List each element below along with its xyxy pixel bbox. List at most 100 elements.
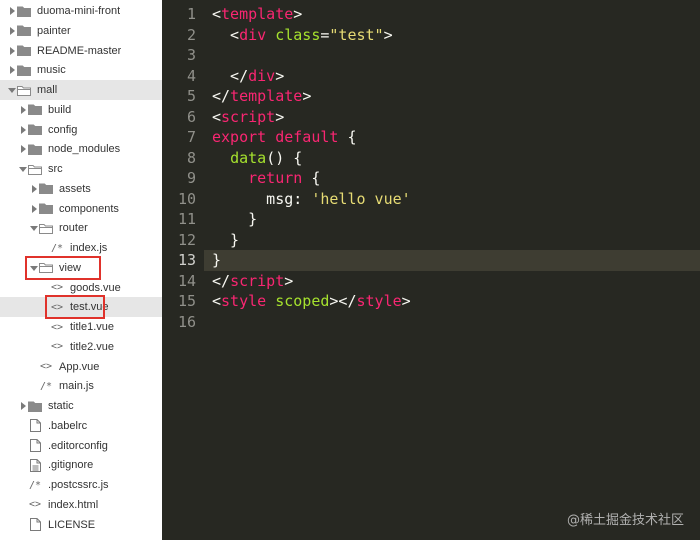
- tree-item-readme-master[interactable]: README-master: [0, 41, 162, 61]
- tree-item-src[interactable]: src: [0, 159, 162, 179]
- tree-item-label: config: [48, 123, 78, 136]
- tree-item-build[interactable]: build: [0, 100, 162, 120]
- script-file-icon: /*: [39, 380, 53, 392]
- tree-item-index-html[interactable]: <> index.html: [0, 495, 162, 515]
- code-line[interactable]: </div>: [212, 66, 284, 86]
- line-number: 9: [186, 169, 196, 187]
- code-line[interactable]: <template>: [212, 4, 302, 24]
- code-line[interactable]: msg: 'hello vue': [212, 189, 411, 209]
- line-number: 10: [177, 189, 196, 208]
- tree-item-app-vue[interactable]: <> App.vue: [0, 357, 162, 377]
- chevron-down-icon[interactable]: [18, 159, 28, 179]
- tree-item-label: build: [48, 103, 72, 116]
- tree-item-components[interactable]: components: [0, 199, 162, 219]
- tree-item-view[interactable]: view: [0, 258, 162, 278]
- tree-item-index-js[interactable]: /* index.js: [0, 238, 162, 258]
- tree-item-gitignore[interactable]: .gitignore: [0, 455, 162, 475]
- code-line[interactable]: <style scoped></style>: [212, 291, 411, 311]
- tree-item-label: music: [37, 64, 66, 77]
- code-token: </: [212, 271, 231, 290]
- chevron-right-icon[interactable]: [7, 21, 17, 41]
- chevron-right-icon[interactable]: [7, 60, 17, 80]
- code-line[interactable]: return {: [212, 168, 320, 188]
- code-line[interactable]: export default {: [212, 127, 357, 147]
- code-line[interactable]: data() {: [212, 148, 302, 168]
- tree-item-test-vue[interactable]: <> test.vue: [0, 297, 162, 318]
- code-editor[interactable]: 1 2 3 4 5 6 7 8 9 10 11 12 13 14 15 16 <template> <div …: [162, 0, 700, 540]
- line-number: 7: [186, 128, 196, 146]
- tree-item-label: painter: [37, 24, 71, 37]
- tree-item-static[interactable]: static: [0, 396, 162, 416]
- chevron-right-icon[interactable]: [29, 199, 39, 219]
- tree-item-label: title2.vue: [70, 340, 115, 353]
- code-line[interactable]: </template>: [212, 86, 311, 106]
- tree-item-painter[interactable]: painter: [0, 21, 162, 41]
- chevron-right-icon[interactable]: [7, 1, 17, 21]
- folder-icon: [28, 139, 42, 159]
- tree-item-license[interactable]: LICENSE: [0, 515, 162, 535]
- code-line[interactable]: }: [212, 230, 239, 250]
- tree-item-babelrc[interactable]: .babelrc: [0, 416, 162, 436]
- tree-item-label: main.js: [59, 380, 94, 393]
- tree-item-config[interactable]: config: [0, 120, 162, 140]
- tree-item-postcssrc-js[interactable]: /* .postcssrc.js: [0, 475, 162, 495]
- tree-item-editorconfig[interactable]: .editorconfig: [0, 436, 162, 456]
- code-token: default: [275, 128, 339, 146]
- folder-icon: [39, 179, 53, 199]
- tree-item-label: view: [59, 261, 82, 274]
- line-number: 5: [186, 87, 196, 105]
- chevron-down-icon[interactable]: [29, 218, 39, 238]
- folder-open-icon: [17, 80, 31, 100]
- tree-item-mall[interactable]: mall: [0, 80, 162, 100]
- chevron-right-icon[interactable]: [18, 396, 28, 416]
- code-token: template: [221, 5, 294, 23]
- tree-item-label: index.html: [48, 498, 99, 511]
- tree-item-title1-vue[interactable]: <> title1.vue: [0, 317, 162, 337]
- chevron-right-icon[interactable]: [18, 139, 28, 159]
- tree-item-router[interactable]: router: [0, 218, 162, 238]
- chevron-right-icon[interactable]: [7, 41, 17, 61]
- tree-item-duoma-mini-front[interactable]: duoma-mini-front: [0, 1, 162, 21]
- chevron-right-icon[interactable]: [29, 179, 39, 199]
- chevron-down-icon[interactable]: [7, 80, 17, 100]
- code-line[interactable]: }: [212, 250, 221, 270]
- code-token: class: [275, 25, 321, 44]
- line-number: 1: [186, 5, 196, 23]
- code-token: >: [284, 271, 294, 290]
- code-token: }: [212, 251, 222, 269]
- line-number: 16: [177, 312, 196, 331]
- tree-item-goods-vue[interactable]: <> goods.vue: [0, 278, 162, 298]
- code-line[interactable]: <div class="test">: [212, 25, 393, 45]
- chevron-right-icon[interactable]: [18, 100, 28, 120]
- code-token: msg:: [212, 189, 312, 208]
- tree-item-label: node_modules: [48, 143, 121, 156]
- code-token: export: [212, 128, 267, 146]
- code-token: <: [212, 292, 222, 310]
- folder-icon: [17, 21, 31, 41]
- code-line[interactable]: }: [212, 209, 257, 229]
- chevron-right-icon[interactable]: [18, 120, 28, 140]
- tree-item-label: assets: [59, 182, 91, 195]
- line-number: 13: [177, 251, 196, 269]
- code-line[interactable]: </script>: [212, 271, 293, 291]
- tree-item-music[interactable]: music: [0, 60, 162, 80]
- tree-item-main-js[interactable]: /* main.js: [0, 376, 162, 396]
- code-token: {: [338, 128, 357, 146]
- code-token: }: [212, 230, 240, 249]
- code-token: >: [275, 107, 285, 126]
- line-number: 12: [177, 230, 196, 249]
- folder-icon: [39, 199, 53, 219]
- tree-item-title2-vue[interactable]: <> title2.vue: [0, 337, 162, 357]
- folder-icon: [17, 1, 31, 21]
- chevron-down-icon[interactable]: [29, 258, 39, 278]
- tree-item-node-modules[interactable]: node_modules: [0, 139, 162, 159]
- tree-item-assets[interactable]: assets: [0, 179, 162, 199]
- folder-open-icon: [39, 218, 53, 238]
- code-line[interactable]: <script>: [212, 107, 284, 127]
- code-token: >: [275, 66, 285, 85]
